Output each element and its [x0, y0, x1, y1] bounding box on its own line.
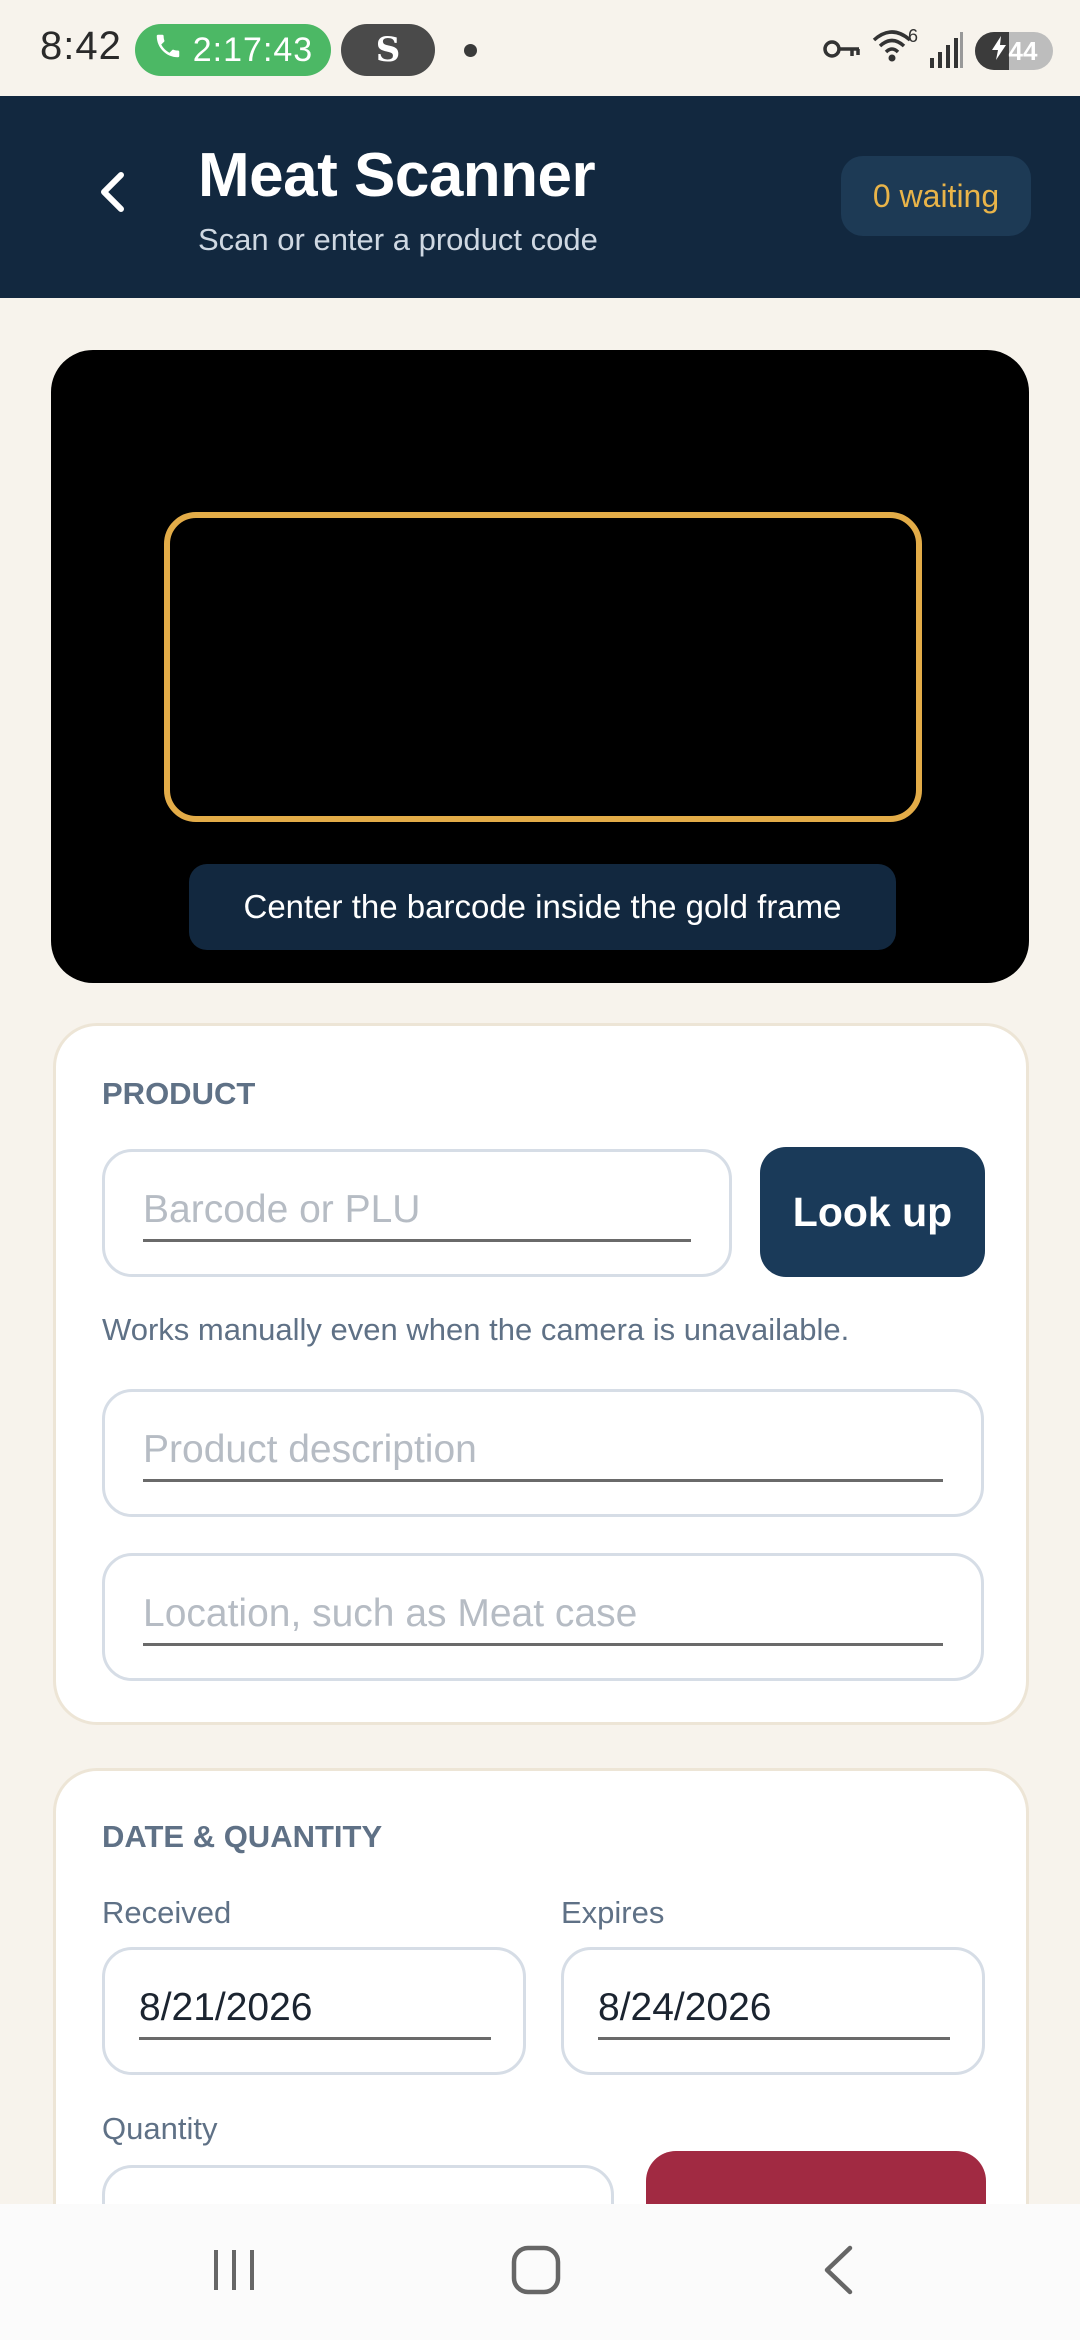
look-up-button[interactable]: Look up [760, 1147, 985, 1277]
location-field[interactable] [102, 1553, 984, 1681]
home-icon [511, 2245, 561, 2300]
barcode-scan-frame [164, 512, 922, 822]
product-section-label: PRODUCT [102, 1076, 256, 1111]
location-input[interactable] [143, 1584, 943, 1646]
vpn-key-icon [822, 36, 862, 67]
manual-entry-helper: Works manually even when the camera is u… [102, 1312, 850, 1347]
barcode-field[interactable] [102, 1149, 732, 1277]
status-time: 8:42 [40, 24, 122, 68]
app-notification-badge[interactable]: S [341, 24, 435, 76]
waiting-queue-badge[interactable]: 0 waiting [841, 156, 1031, 236]
received-label: Received [102, 1895, 232, 1930]
ongoing-call-chip[interactable]: 2:17:43 [135, 24, 331, 76]
battery-indicator: 44 [975, 32, 1053, 70]
description-field[interactable] [102, 1389, 984, 1517]
quantity-label: Quantity [102, 2111, 218, 2146]
page-subtitle: Scan or enter a product code [198, 222, 598, 257]
recents-icon [210, 2248, 258, 2297]
phone-icon [153, 31, 183, 70]
signal-icon [930, 32, 964, 73]
barcode-input[interactable] [143, 1180, 691, 1242]
back-button[interactable] [76, 158, 148, 230]
home-button[interactable] [436, 2204, 636, 2340]
nav-back-button[interactable] [738, 2204, 938, 2340]
call-timer: 2:17:43 [192, 30, 314, 69]
more-notifications-dot [464, 44, 477, 57]
expires-label: Expires [561, 1895, 665, 1930]
status-bar: 8:42 2:17:43 S 6 44 [0, 0, 1080, 96]
camera-hint: Center the barcode inside the gold frame [189, 864, 896, 950]
page-title: Meat Scanner [198, 141, 596, 210]
product-card: PRODUCT Look up Works manually even when… [53, 1023, 1029, 1725]
camera-viewfinder[interactable]: Center the barcode inside the gold frame [51, 350, 1029, 983]
date-quantity-section-label: DATE & QUANTITY [102, 1819, 383, 1854]
recents-button[interactable] [134, 2204, 334, 2340]
back-icon [820, 2244, 856, 2301]
app-header: Meat Scanner Scan or enter a product cod… [0, 96, 1080, 298]
received-date-input[interactable] [139, 1978, 491, 2040]
battery-level: 44 [1008, 35, 1038, 66]
expires-date-input[interactable] [598, 1978, 950, 2040]
battery-charging-icon [991, 35, 1007, 67]
product-description-input[interactable] [143, 1420, 943, 1482]
wifi-icon [872, 28, 912, 67]
wifi-generation-label: 6 [908, 26, 919, 46]
system-navigation-bar [0, 2204, 1080, 2340]
received-date-field[interactable] [102, 1947, 526, 2075]
expires-date-field[interactable] [561, 1947, 985, 2075]
chevron-left-icon [97, 170, 127, 219]
